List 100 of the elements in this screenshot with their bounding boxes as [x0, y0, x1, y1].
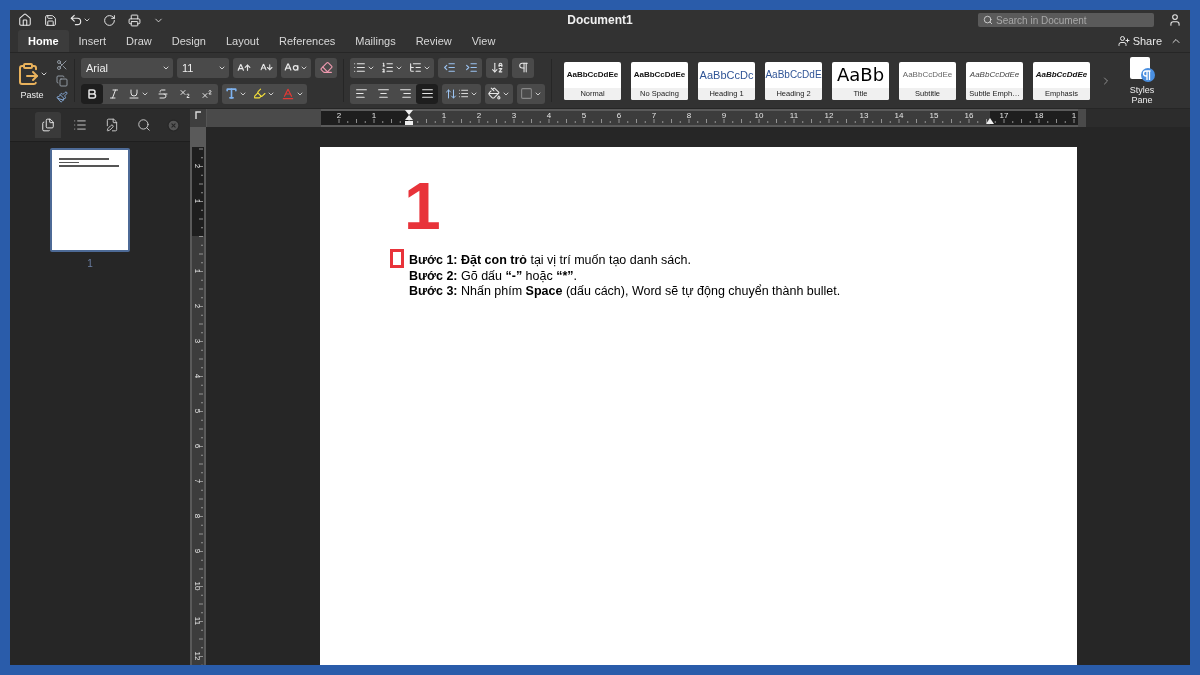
- ruler-number: 15: [929, 111, 939, 120]
- ruler-number: 9: [192, 548, 202, 554]
- ruler-number: 13: [859, 111, 869, 120]
- outline-icon: [73, 117, 87, 133]
- ruler-number: 7: [192, 478, 202, 484]
- printer-icon[interactable]: [128, 13, 141, 27]
- multilevel-list-icon: [409, 61, 422, 74]
- share-button[interactable]: Share: [1109, 30, 1170, 52]
- window-title: Document1: [567, 13, 633, 27]
- ruler-number: 8: [686, 111, 692, 120]
- ruler-number: 9: [721, 111, 727, 120]
- bold-icon: [86, 87, 98, 100]
- redo-icon[interactable]: [103, 13, 116, 27]
- ruler-number: 11: [192, 616, 202, 626]
- copy-icon[interactable]: [56, 74, 68, 87]
- ruler-number: 2: [192, 303, 202, 309]
- bold-button[interactable]: [81, 83, 103, 104]
- ruler-number: 3: [511, 111, 517, 120]
- pilcrow-icon: [516, 61, 530, 74]
- document-text: Bước 3: Nhấn phím Space (dấu cách), Word sẽ tự động chuyển thành bullet.: [409, 284, 841, 300]
- document-text: Bước 2: Gõ dấu “-” hoặc “*”.: [409, 268, 578, 284]
- bullet-list-icon: [353, 61, 366, 74]
- ribbon-tab[interactable]: Home: [18, 30, 69, 52]
- ruler-number: 1: [192, 268, 202, 274]
- cut-icon[interactable]: [56, 58, 68, 71]
- ruler-number: 1: [371, 111, 377, 120]
- text-effects-icon: [225, 87, 238, 100]
- align-left-icon: [354, 87, 368, 100]
- ruler-number: 1: [1071, 111, 1077, 120]
- step-number: 1: [404, 173, 441, 239]
- ruler-number: 6: [616, 111, 622, 120]
- align-center-icon: [376, 87, 390, 100]
- ribbon-tab[interactable]: Design: [161, 30, 216, 52]
- ruler-number: 4: [546, 111, 552, 120]
- styles-pane-icon: [1128, 56, 1156, 83]
- thumbnails-icon: [41, 117, 55, 133]
- ruler-number: 5: [581, 111, 587, 120]
- ruler-number: 11: [789, 111, 799, 120]
- ruler-number: 17: [999, 111, 1009, 120]
- arrows-icon: [445, 87, 457, 100]
- page-number: 1: [86, 258, 94, 269]
- font-name-field[interactable]: Arial: [81, 57, 173, 78]
- italic-icon: [108, 87, 120, 100]
- border-icon: [520, 87, 533, 100]
- align-right-icon: [398, 87, 412, 100]
- ruler-number: 1: [192, 198, 202, 204]
- ruler-number: 12: [192, 651, 202, 661]
- styles-pane-button[interactable]: Styles Pane: [1124, 56, 1160, 105]
- superscript-icon: [201, 87, 213, 100]
- font-size-field[interactable]: 11: [177, 57, 229, 78]
- indent-marker[interactable]: [986, 118, 994, 124]
- caret-icon: [83, 16, 91, 24]
- ribbon-tab[interactable]: View: [461, 30, 506, 52]
- highlighter-icon: [253, 87, 266, 100]
- underline-icon: [128, 87, 140, 100]
- increase-indent-icon: [464, 61, 478, 74]
- save-icon[interactable]: [44, 13, 57, 27]
- document-text: Bước 1: Đặt con trỏ tại vị trí muốn tạo danh sách.: [409, 253, 691, 269]
- decrease-indent-icon: [442, 61, 456, 74]
- ruler-number: 2: [336, 111, 342, 120]
- profile-icon[interactable]: [1168, 13, 1182, 27]
- thumbnails-tab[interactable]: [35, 112, 61, 138]
- ruler-number: 6: [192, 443, 202, 449]
- strikethrough-icon: [157, 87, 169, 100]
- indent-marker[interactable]: [405, 110, 413, 125]
- clipboard-icon: [16, 61, 40, 86]
- page-thumbnail[interactable]: [50, 148, 130, 252]
- numbered-list-icon: [381, 61, 394, 74]
- lines-icon: [458, 88, 469, 99]
- search-field[interactable]: Search in Document: [978, 13, 1154, 27]
- tab-stop-icon: [194, 109, 202, 119]
- home-icon[interactable]: [18, 13, 32, 27]
- ruler-number: 1: [441, 111, 447, 120]
- format-painter-icon[interactable]: [56, 90, 68, 103]
- ribbon-tab[interactable]: Draw: [116, 30, 162, 52]
- font-color-icon: [281, 86, 295, 101]
- ruler-number: 5: [192, 408, 202, 414]
- add-person-icon: [1117, 35, 1130, 47]
- ruler-number: 8: [192, 513, 202, 519]
- ruler-number: 2: [192, 163, 202, 169]
- ribbon-tab[interactable]: Insert: [68, 30, 117, 52]
- ruler-number: 10: [754, 111, 764, 120]
- ribbon-tab[interactable]: References: [269, 30, 346, 52]
- ruler-number: 18: [1034, 111, 1044, 120]
- ruler-number: 12: [824, 111, 834, 120]
- ruler-number: 2: [476, 111, 482, 120]
- ruler-number: 7: [651, 111, 657, 120]
- ruler-number: 14: [894, 111, 904, 120]
- search-icon: [137, 117, 151, 133]
- align-justify-button[interactable]: [416, 83, 438, 104]
- eraser-icon: [319, 61, 333, 74]
- ruler-number: 10: [192, 581, 202, 591]
- ribbon-tab[interactable]: Layout: [216, 30, 270, 52]
- ribbon-tab[interactable]: Review: [405, 30, 462, 52]
- paste-button[interactable]: Paste: [14, 61, 50, 100]
- ruler-number: 4: [192, 373, 202, 379]
- ruler-number: 16: [964, 111, 974, 120]
- sort-icon: [490, 61, 504, 74]
- ribbon-tab[interactable]: Mailings: [345, 30, 406, 52]
- tab-stop-selector[interactable]: [190, 109, 207, 127]
